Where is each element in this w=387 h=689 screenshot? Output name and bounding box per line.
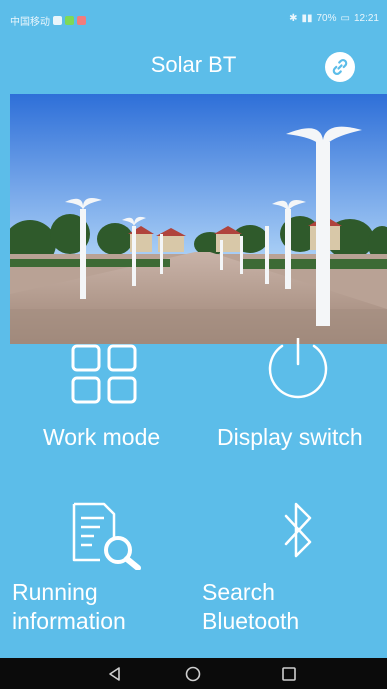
recents-icon[interactable] (280, 665, 298, 683)
link-icon (332, 58, 348, 76)
bluetooth-icon (284, 502, 312, 558)
work-mode-label: Work mode (43, 424, 161, 450)
battery-percent: 70% (316, 13, 337, 24)
battery-icon: ▭ (340, 13, 350, 24)
home-icon[interactable] (184, 665, 202, 683)
running-information-line2: information (12, 608, 126, 634)
search-bluetooth-button[interactable]: Search Bluetooth (202, 494, 362, 644)
grid-icon (71, 344, 137, 404)
notification-icon (65, 16, 74, 25)
display-switch-button[interactable]: Display switch (214, 338, 384, 464)
menu-grid: Work mode Display switch Running informa… (0, 338, 387, 658)
system-navigation-bar (0, 658, 387, 689)
search-bluetooth-label: Search Bluetooth (202, 578, 299, 636)
document-search-icon (72, 502, 141, 570)
display-switch-label: Display switch (217, 424, 363, 450)
back-icon[interactable] (106, 665, 124, 683)
carrier-label: 中国移动 (10, 17, 50, 28)
running-information-label: Running information (12, 578, 126, 636)
notification-icon (53, 16, 62, 25)
clock: 12:21 (353, 13, 379, 24)
link-button[interactable] (325, 52, 355, 82)
bluetooth-status-icon: ✱ (289, 13, 298, 24)
search-bluetooth-line1: Search (202, 579, 275, 605)
power-icon (268, 338, 328, 399)
notification-icon (77, 16, 86, 25)
banner-photo (10, 94, 387, 344)
app-header: Solar BT (0, 40, 387, 94)
search-bluetooth-line2: Bluetooth (202, 608, 300, 634)
work-mode-button[interactable]: Work mode (40, 344, 190, 464)
running-information-line1: Running (12, 579, 98, 605)
signal-icon: ▮▮ (301, 13, 313, 24)
running-information-button[interactable]: Running information (12, 494, 172, 644)
status-bar: 中国移动 ✱ ▮▮ 70% ▭ 12:21 (0, 0, 387, 40)
